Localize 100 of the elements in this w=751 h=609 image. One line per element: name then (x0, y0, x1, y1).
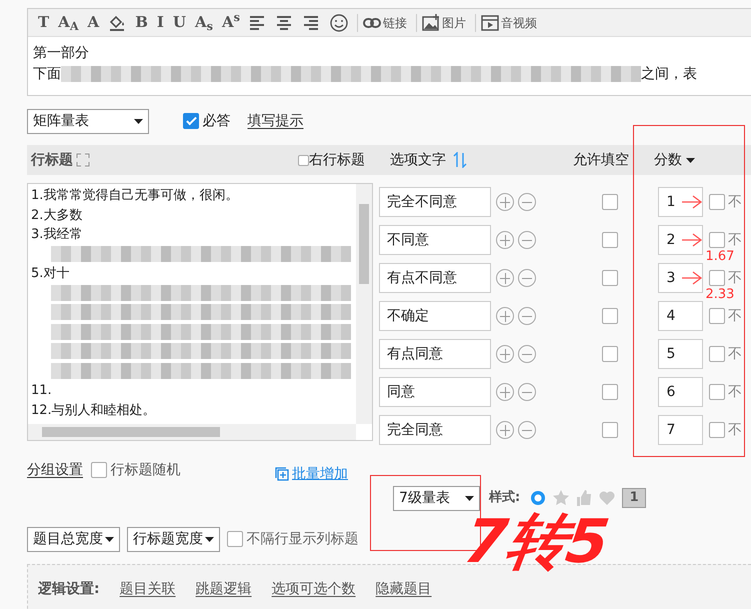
checkbox[interactable] (708, 346, 724, 362)
thumbs-up-icon[interactable] (576, 490, 592, 506)
remove-icon[interactable] (518, 193, 536, 211)
option-field[interactable]: 不确定 (379, 301, 491, 331)
hint-link[interactable]: 填写提示 (248, 110, 304, 132)
score-field[interactable]: 6 (658, 377, 702, 407)
width-select[interactable]: 题目总宽度 (27, 526, 120, 552)
no-score-label: 不 (728, 344, 742, 364)
checkbox[interactable] (602, 270, 618, 286)
annotation-note: 2.33 (706, 288, 734, 301)
add-icon[interactable] (496, 193, 514, 211)
format-button[interactable]: T (38, 15, 50, 30)
score-field[interactable]: 7 (658, 415, 702, 445)
width-select[interactable]: 行标题宽度 (127, 526, 220, 552)
annotation-arrow (680, 195, 702, 209)
sort-icon[interactable] (453, 152, 467, 168)
align-right-icon[interactable] (302, 14, 321, 32)
number-style-option[interactable]: 1 (622, 488, 646, 508)
caret-icon (205, 536, 214, 542)
checkbox[interactable] (602, 232, 618, 248)
column-header: 分数 (654, 150, 682, 170)
format-button[interactable]: A$^{s}$ (222, 15, 240, 30)
row-titles-field[interactable]: 1.我常常觉得自己无事可做，很闲。 2.大多数 3.我经常 5.对十 11. 12.与别人和睦相处。 (27, 183, 373, 441)
score-field[interactable]: 4 (658, 301, 702, 331)
format-button[interactable]: A (88, 15, 100, 30)
format-button[interactable]: I (156, 15, 164, 30)
checkbox[interactable] (708, 194, 724, 210)
option-field[interactable]: 有点不同意 (379, 263, 491, 293)
remove-icon[interactable] (518, 231, 536, 249)
star-icon[interactable] (553, 490, 570, 506)
toolbar-button[interactable]: 链接 (356, 14, 407, 32)
annotation-note: 1.67 (706, 250, 734, 263)
format-button[interactable]: B (135, 15, 148, 30)
style-label: 样式: (489, 489, 520, 508)
remove-icon[interactable] (518, 421, 536, 439)
option-field[interactable]: 同意 (379, 377, 491, 407)
checkbox[interactable] (708, 308, 724, 324)
format-button[interactable]: A$_{A}$ (58, 15, 79, 30)
logic-link[interactable]: 选项可选个数 (272, 578, 356, 600)
radio-icon[interactable] (530, 490, 546, 506)
add-icon[interactable] (496, 231, 514, 249)
option-field[interactable]: 不同意 (379, 225, 491, 255)
scrollbar[interactable] (28, 424, 356, 440)
checkbox[interactable] (298, 154, 309, 166)
checkbox[interactable] (227, 531, 243, 547)
group-settings-link[interactable]: 分组设置 (27, 460, 83, 480)
checkbox[interactable] (708, 384, 724, 400)
annotation-arrow (680, 233, 702, 247)
option-field[interactable]: 完全不同意 (379, 187, 491, 217)
remove-icon[interactable] (518, 307, 536, 325)
checkbox[interactable] (602, 384, 618, 400)
align-left-icon[interactable] (248, 14, 267, 32)
remove-icon[interactable] (518, 269, 536, 287)
no-score-label: 不 (728, 192, 742, 212)
logic-link[interactable]: 跳题逻辑 (196, 578, 252, 600)
score-field[interactable]: 1 (658, 187, 702, 217)
row-title-text: 3.我经常 (30, 226, 84, 244)
option-field[interactable]: 完全同意 (379, 415, 491, 445)
option-field[interactable]: 有点同意 (379, 339, 491, 369)
score-field[interactable]: 5 (658, 339, 702, 369)
add-icon[interactable] (496, 383, 514, 401)
checkbox[interactable] (91, 462, 107, 478)
column-header: 允许填空 (573, 150, 629, 170)
checkbox[interactable] (602, 346, 618, 362)
scrollbar[interactable] (356, 184, 372, 424)
no-score-label: 不 (728, 230, 742, 250)
checkbox[interactable] (602, 194, 618, 210)
toolbar-button[interactable]: 图片 (416, 14, 466, 32)
format-button[interactable]: A$_{s}$ (195, 15, 213, 30)
caret-icon (465, 496, 474, 500)
row-title-text: 2.大多数 (30, 206, 84, 224)
heart-icon[interactable] (599, 490, 616, 506)
checkbox[interactable] (708, 270, 724, 286)
logic-label: 逻辑设置: (38, 580, 100, 598)
row-title-text: 12.与别人和睦相处。 (30, 402, 157, 420)
caret-icon[interactable] (686, 158, 694, 162)
remove-icon[interactable] (518, 383, 536, 401)
checkbox[interactable] (602, 308, 618, 324)
smiley-icon[interactable] (330, 14, 348, 32)
question-type-select[interactable]: 矩阵量表 (27, 108, 149, 134)
checkbox[interactable] (183, 113, 199, 129)
logic-link[interactable]: 题目关联 (120, 578, 176, 600)
remove-icon[interactable] (518, 345, 536, 363)
description-text: 第一部分 (33, 44, 90, 63)
checkbox[interactable] (708, 232, 724, 248)
logic-link[interactable]: 隐藏题目 (376, 578, 432, 600)
add-icon[interactable] (496, 345, 514, 363)
checkbox[interactable] (708, 422, 724, 438)
format-button[interactable]: U (172, 15, 186, 30)
add-icon[interactable] (496, 269, 514, 287)
add-icon[interactable] (496, 307, 514, 325)
no-score-label: 不 (728, 382, 742, 402)
align-center-icon[interactable] (276, 14, 294, 32)
paint-bucket-icon[interactable] (108, 14, 126, 32)
toolbar-button[interactable]: 音视频 (474, 14, 537, 32)
expand-icon[interactable] (76, 153, 90, 167)
right-row-title-label: 右行标题 (309, 150, 365, 170)
scale-select[interactable]: 7级量表 (393, 486, 480, 510)
add-icon[interactable] (496, 421, 514, 439)
checkbox[interactable] (602, 422, 618, 438)
